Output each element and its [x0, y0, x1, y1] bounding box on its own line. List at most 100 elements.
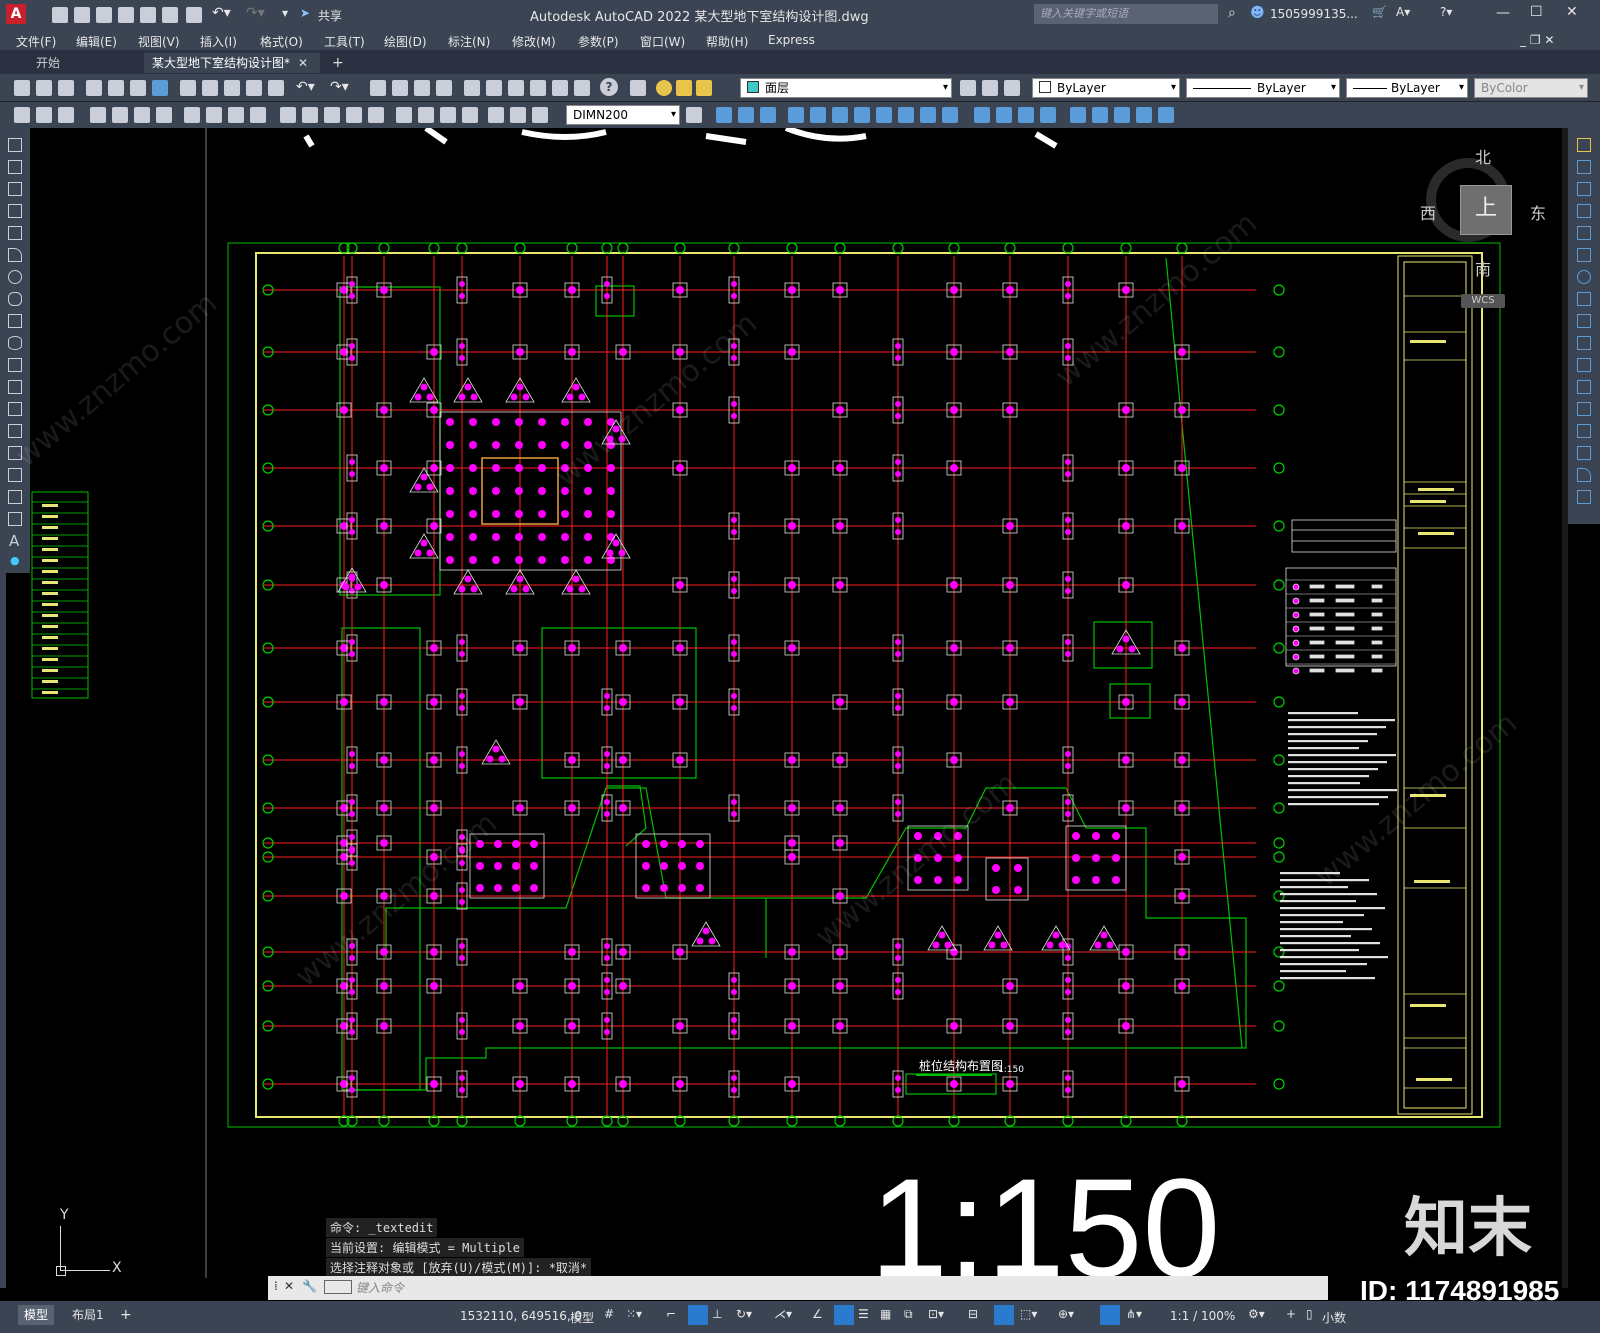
save-as-icon[interactable]	[118, 7, 134, 23]
dim-ordinate-icon[interactable]	[156, 107, 172, 123]
command-close-icon[interactable]: ✕	[284, 1279, 294, 1293]
paste-icon[interactable]	[224, 80, 240, 96]
dim-update-icon[interactable]	[532, 107, 548, 123]
layer-uniso-icon[interactable]	[36, 107, 52, 123]
annotation-autoscale-icon[interactable]	[1100, 1305, 1120, 1325]
search-icon[interactable]: ⌕	[1228, 5, 1236, 21]
tab-add-button[interactable]: +	[324, 53, 352, 73]
preview-icon[interactable]	[108, 80, 124, 96]
command-grip-icon[interactable]: ⁞	[274, 1279, 278, 1293]
dimstyle-manager-icon[interactable]	[686, 107, 702, 123]
explode-icon[interactable]	[1070, 107, 1086, 123]
scale-side-icon[interactable]	[1577, 292, 1591, 306]
pan-icon[interactable]	[370, 80, 386, 96]
autocad-logo-icon[interactable]: A	[6, 4, 26, 24]
tab-start[interactable]: 开始	[28, 53, 68, 73]
coordinates-readout[interactable]: 1532110, 649516, 0	[460, 1309, 582, 1323]
open-icon[interactable]	[36, 80, 52, 96]
menu-dimension[interactable]: 标注(N)	[448, 33, 490, 50]
mirror-side-icon[interactable]	[1577, 182, 1591, 196]
minimize-button[interactable]: —	[1496, 5, 1510, 21]
dim-linear-icon[interactable]	[90, 107, 106, 123]
viewcube-south[interactable]: 南	[1475, 256, 1491, 280]
explode-side-icon[interactable]	[1577, 490, 1591, 504]
3d-dwf-icon[interactable]	[152, 80, 168, 96]
dim-radius-icon[interactable]	[184, 107, 200, 123]
plot-icon[interactable]	[140, 7, 156, 23]
zoom-previous-icon[interactable]	[436, 80, 452, 96]
menu-insert[interactable]: 插入(I)	[200, 33, 237, 50]
menu-view[interactable]: 视图(V)	[138, 33, 180, 50]
chamfer-icon[interactable]	[1018, 107, 1034, 123]
object-snap-icon[interactable]	[834, 1305, 854, 1325]
menu-window[interactable]: 窗口(W)	[640, 33, 685, 50]
move-icon[interactable]	[832, 107, 848, 123]
3d-osnap-icon[interactable]: ⊡▾	[928, 1307, 944, 1321]
qnew-icon[interactable]	[14, 80, 30, 96]
menu-help[interactable]: 帮助(H)	[706, 33, 748, 50]
save-icon[interactable]	[96, 7, 112, 23]
center-mark-icon[interactable]	[418, 107, 434, 123]
selection-filter-icon[interactable]	[994, 1305, 1014, 1325]
stretch-icon[interactable]	[898, 107, 914, 123]
properties-icon[interactable]	[464, 80, 480, 96]
open-file-icon[interactable]	[74, 7, 90, 23]
inspect-icon[interactable]	[440, 107, 456, 123]
dim-space-icon[interactable]	[346, 107, 362, 123]
tolerance-icon[interactable]	[396, 107, 412, 123]
viewcube-east[interactable]: 东	[1530, 200, 1546, 224]
cut-icon[interactable]	[180, 80, 196, 96]
scale-icon[interactable]	[876, 107, 892, 123]
move-side-icon[interactable]	[1577, 248, 1591, 262]
redo-icon[interactable]: ↷▾	[246, 5, 265, 21]
offset-side-icon[interactable]	[1577, 204, 1591, 218]
redo-tool-icon[interactable]: ↷▾	[330, 79, 349, 95]
make-current-layer-icon[interactable]	[960, 80, 976, 96]
tool-palettes-icon[interactable]	[508, 80, 524, 96]
fillet-side-icon[interactable]	[1577, 468, 1591, 482]
dim-arc-icon[interactable]	[134, 107, 150, 123]
viewcube-west[interactable]: 西	[1420, 200, 1436, 224]
layer-properties-icon[interactable]	[630, 80, 646, 96]
add-layout-button[interactable]: +	[120, 1305, 132, 1325]
array-side-icon[interactable]	[1577, 226, 1591, 240]
layer-walk-icon[interactable]	[58, 107, 74, 123]
tab-model[interactable]: 模型	[18, 1305, 55, 1325]
block-editor-icon[interactable]	[268, 80, 284, 96]
polar-icon[interactable]: ↻▾	[736, 1307, 752, 1321]
dimstyle-dropdown[interactable]: DIMN200 ▾	[566, 105, 680, 125]
workspace-gear-icon[interactable]: ⚙▾	[1248, 1307, 1265, 1321]
trim-icon[interactable]	[920, 107, 936, 123]
dim-baseline-icon[interactable]	[302, 107, 318, 123]
menu-express[interactable]: Express	[768, 33, 815, 47]
layer-on-icon[interactable]	[656, 80, 672, 96]
design-center-icon[interactable]	[486, 80, 502, 96]
maximize-button[interactable]: ☐	[1530, 4, 1543, 20]
menu-tools[interactable]: 工具(T)	[324, 33, 365, 50]
dim-continue-icon[interactable]	[324, 107, 340, 123]
chamfer-side-icon[interactable]	[1577, 446, 1591, 460]
new-file-icon[interactable]	[52, 7, 68, 23]
viewcube-north[interactable]: 北	[1475, 144, 1491, 168]
lineweight-icon[interactable]: ☰	[858, 1307, 869, 1321]
cart-icon[interactable]: 🛒	[1372, 5, 1387, 19]
plotstyle-dropdown[interactable]: ByColor ▾	[1474, 78, 1588, 98]
model-space-toggle[interactable]: 模型	[570, 1309, 594, 1326]
grid-icon[interactable]: #	[604, 1307, 614, 1321]
help-icon[interactable]: ?▾	[1440, 5, 1452, 19]
layer-states-icon[interactable]	[1004, 80, 1020, 96]
dim-aligned-icon[interactable]	[112, 107, 128, 123]
publish-icon[interactable]	[162, 7, 178, 23]
dim-text-edit-icon[interactable]	[510, 107, 526, 123]
object-snap-tracking-icon[interactable]: ∠	[812, 1307, 823, 1321]
menu-format[interactable]: 格式(O)	[260, 33, 303, 50]
layer-previous-icon[interactable]	[982, 80, 998, 96]
qdim-icon[interactable]	[280, 107, 296, 123]
mirror-icon[interactable]	[760, 107, 776, 123]
share-button[interactable]: 共享	[318, 7, 342, 24]
transparency-icon[interactable]: ▦	[880, 1307, 891, 1321]
tab-close-icon[interactable]: ✕	[290, 53, 316, 73]
user-account[interactable]: 1505999135...	[1270, 7, 1358, 21]
extend-side-icon[interactable]	[1577, 358, 1591, 372]
annotation-monitor-icon[interactable]: +	[1286, 1307, 1296, 1321]
